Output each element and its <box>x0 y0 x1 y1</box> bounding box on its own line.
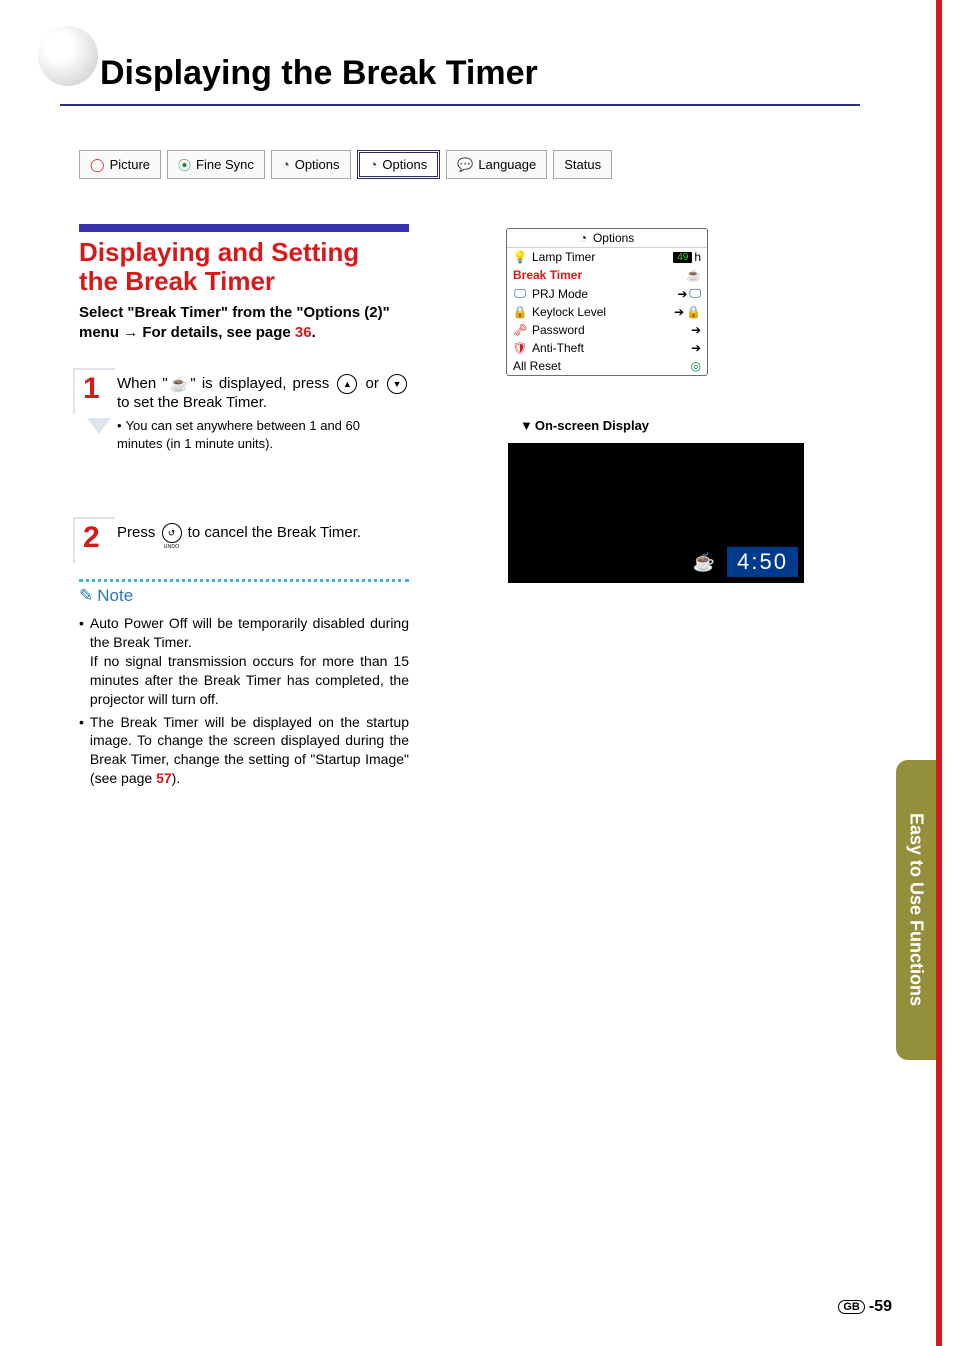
options-panel-title: ◔ Options <box>507 229 707 248</box>
section-lead: Select "Break Timer" from the "Options (… <box>79 303 409 344</box>
projector-icon: 🖵 <box>513 286 527 301</box>
page-number: GB-59 <box>838 1298 892 1316</box>
osd-timer-readout: ☕ 4:50 <box>689 547 798 577</box>
option-row-password[interactable]: 🗝 Password ➔ <box>507 321 707 339</box>
reset-icon: ◎ <box>691 359 701 373</box>
tab-options-2-selected[interactable]: ◔ Options <box>357 150 441 179</box>
option-row-break-timer[interactable]: Break Timer ☕ <box>507 266 707 284</box>
note-pen-icon: ✎ <box>79 586 93 606</box>
option-row-prj-mode[interactable]: 🖵PRJ Mode ➔🖵 <box>507 284 707 303</box>
arrow-right-icon: ➔ <box>691 323 701 337</box>
option-row-lamp-timer[interactable]: 💡Lamp Timer 49 h <box>507 248 707 266</box>
note-list: •Auto Power Off will be temporarily disa… <box>79 614 409 788</box>
option-label: Password <box>532 323 585 337</box>
note-heading: ✎ Note <box>79 586 409 606</box>
options-icon: ◔ <box>580 231 587 245</box>
option-label: PRJ Mode <box>532 287 588 301</box>
page-ref-57[interactable]: 57 <box>156 770 172 786</box>
tab-status[interactable]: Status <box>553 150 612 179</box>
tab-options-1[interactable]: ◔ Options <box>271 150 351 179</box>
red-gutter <box>936 0 942 1346</box>
language-icon: 💬 <box>457 157 473 173</box>
lock-icon: 🔒 <box>686 305 701 319</box>
option-row-all-reset[interactable]: All Reset ◎ <box>507 357 707 375</box>
section-bar <box>79 224 409 232</box>
option-label: Keylock Level <box>532 305 606 319</box>
osd-time-value: 4:50 <box>727 547 798 577</box>
tab-label: Picture <box>110 157 150 172</box>
lamp-hours-value: 49 <box>673 252 692 263</box>
option-label: Lamp Timer <box>532 250 595 264</box>
tab-label: Status <box>564 157 601 172</box>
tab-label: Options <box>382 157 427 172</box>
options-icon: ◔ <box>282 157 290 172</box>
osd-preview: ☕ 4:50 <box>508 443 804 583</box>
osd-heading: ▼On-screen Display <box>520 418 649 433</box>
step-2: 2 Press ↺ to cancel the Break Timer. <box>79 523 409 543</box>
fine-sync-icon: ⦿ <box>178 155 191 174</box>
tab-label: Options <box>295 157 340 172</box>
note-item: Auto Power Off will be temporarily disab… <box>90 614 409 708</box>
tab-language[interactable]: 💬 Language <box>446 150 547 179</box>
corner-gradient <box>38 26 98 86</box>
page-number-prefix: GB <box>838 1300 865 1314</box>
arrow-right-icon: ➔ <box>674 305 684 319</box>
step-num: 2 <box>83 521 100 555</box>
picture-icon: ◯ <box>90 157 105 173</box>
projector-icon: 🖵 <box>689 286 701 301</box>
tab-picture[interactable]: ◯ Picture <box>79 150 161 179</box>
options-icon: ◔ <box>370 157 378 172</box>
arrow-right-icon: ➔ <box>691 341 701 355</box>
note-item: The Break Timer will be displayed on the… <box>90 713 409 789</box>
coffee-cup-icon: ☕ <box>689 550 719 575</box>
coffee-cup-icon: ☕ <box>170 375 189 393</box>
option-label: All Reset <box>513 359 561 373</box>
option-row-anti-theft[interactable]: 🛡 Anti-Theft ➔ <box>507 339 707 357</box>
tab-fine-sync[interactable]: ⦿ Fine Sync <box>167 150 265 179</box>
option-label: Break Timer <box>513 268 582 282</box>
side-bar: Easy to Use Functions <box>906 0 942 1346</box>
title-underline <box>60 104 860 106</box>
tab-label: Language <box>478 157 536 172</box>
option-row-keylock[interactable]: 🔒Keylock Level ➔🔒 <box>507 303 707 321</box>
shield-icon: 🛡 <box>513 341 527 355</box>
page-ref-36[interactable]: 36 <box>295 324 312 341</box>
side-section-tab: Easy to Use Functions <box>896 760 936 1060</box>
triangle-down-icon: ▼ <box>520 418 533 433</box>
arrow-right-icon: ➔ <box>677 287 687 301</box>
arrow-down-button-icon: ▼ <box>387 374 407 394</box>
step-badge-arrow <box>87 418 111 434</box>
key-icon: 🗝 <box>513 323 527 337</box>
menu-tabs: ◯ Picture ⦿ Fine Sync ◔ Options ◔ Option… <box>79 150 612 179</box>
options-panel: ◔ Options 💡Lamp Timer 49 h Break Timer ☕… <box>506 228 708 376</box>
arrow-up-button-icon: ▲ <box>337 374 357 394</box>
step-1-note: •You can set anywhere between 1 and 60 m… <box>117 417 409 453</box>
lock-icon: 🔒 <box>513 305 527 319</box>
section-heading: Displaying and Setting the Break Timer <box>79 238 409 295</box>
tab-label: Fine Sync <box>196 157 254 172</box>
lamp-icon: 💡 <box>513 250 527 264</box>
page-title: Displaying the Break Timer <box>100 54 538 93</box>
option-label: Anti-Theft <box>532 341 584 355</box>
coffee-cup-icon: ☕ <box>686 268 701 282</box>
undo-button-icon: ↺ <box>162 523 182 543</box>
step-num: 1 <box>83 372 100 406</box>
step-1: 1 When "☕" is displayed, press ▲ or ▼ to… <box>79 374 409 453</box>
note-separator <box>79 579 409 582</box>
